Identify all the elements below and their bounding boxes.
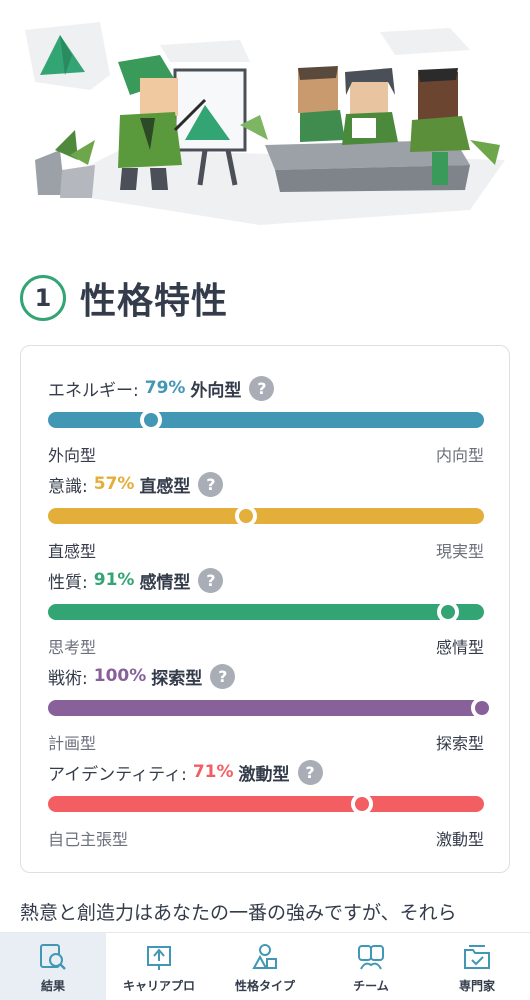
traits-card: エネルギー: 79% 外向型? 外向型 内向型 意識: 57% 直感型? 直感型 現実型 性質: 91… (20, 345, 510, 873)
trait-ends: 計画型 探索型 (48, 730, 484, 754)
trait-marker (436, 601, 459, 623)
trait-row: 性質: 91% 感情型? 思考型 感情型 (48, 566, 484, 658)
tab-label: 結果 (40, 979, 65, 993)
help-icon[interactable]: ? (210, 663, 236, 689)
trait-right-end: 内向型 (435, 446, 484, 465)
trait-marker (350, 793, 373, 815)
shapes-icon (252, 944, 277, 969)
trait-row: アイデンティティ: 71% 激動型? 自己主張型 激動型 (48, 758, 484, 850)
trait-percent: 71% (192, 762, 234, 782)
tab-career[interactable]: キャリアプロ (106, 933, 212, 1000)
trait-row: エネルギー: 79% 外向型? 外向型 内向型 (48, 374, 484, 466)
tab-team[interactable]: チーム (318, 933, 424, 1000)
trait-marker (234, 505, 257, 527)
trait-left-end: 外向型 (48, 446, 97, 465)
description-text: 熱意と創造力はあなたの一番の強みですが、それら (20, 902, 457, 924)
tab-label: チーム (353, 979, 389, 993)
tab-personality-types[interactable]: 性格タイプ (212, 933, 318, 1000)
magnifier-report-icon (40, 944, 66, 970)
team-icon (358, 945, 384, 970)
help-icon[interactable]: ? (198, 471, 224, 497)
trait-label: 戦術: (48, 668, 88, 689)
trait-left-end: 自己主張型 (48, 830, 129, 849)
trait-ends: 思考型 感情型 (48, 634, 484, 658)
section-number-badge: 1 (20, 275, 66, 321)
tab-label: キャリアプロ (122, 979, 195, 993)
trait-ends: 外向型 内向型 (48, 442, 484, 466)
trait-right-end: 探索型 (435, 734, 484, 753)
trait-left-end: 計画型 (48, 734, 97, 753)
trait-label: エネルギー: (48, 380, 139, 401)
trait-bar (48, 604, 484, 620)
section-header: 1 性格特性 (20, 272, 228, 324)
section-title: 性格特性 (80, 281, 229, 322)
tab-label: 専門家 (458, 979, 495, 993)
help-icon[interactable]: ? (249, 375, 275, 401)
trait-left-end: 直感型 (48, 542, 97, 561)
trait-type: 感情型 (139, 572, 191, 593)
help-icon[interactable]: ? (297, 759, 323, 785)
trait-type: 探索型 (151, 668, 203, 689)
trait-heading: 戦術: 100% 探索型? (48, 662, 484, 690)
trait-ends: 自己主張型 激動型 (48, 826, 484, 850)
trait-heading: アイデンティティ: 71% 激動型? (48, 758, 484, 786)
trait-ends: 直感型 現実型 (48, 538, 484, 562)
tab-results[interactable]: 結果 (0, 933, 106, 1000)
trait-right-end: 感情型 (435, 638, 484, 657)
trait-percent: 57% (93, 474, 135, 494)
trait-label: 性質: (48, 572, 88, 593)
folder-check-icon (464, 945, 490, 969)
trait-bar (48, 508, 484, 524)
tab-label: 性格タイプ (234, 979, 295, 993)
trait-heading: 意識: 57% 直感型? (48, 470, 484, 498)
trait-marker (139, 409, 162, 431)
tab-experts[interactable]: 専門家 (424, 933, 530, 1000)
trait-row: 意識: 57% 直感型? 直感型 現実型 (48, 470, 484, 562)
trait-heading: 性質: 91% 感情型? (48, 566, 484, 594)
trait-marker (471, 697, 493, 719)
trait-bar (48, 796, 484, 812)
trait-label: 意識: (48, 476, 88, 497)
trait-heading: エネルギー: 79% 外向型? (48, 374, 484, 402)
trait-percent: 100% (93, 666, 147, 686)
trait-type: 直感型 (139, 476, 191, 497)
trait-right-end: 激動型 (435, 830, 484, 849)
help-icon[interactable]: ? (198, 567, 224, 593)
trait-label: アイデンティティ: (48, 764, 187, 785)
trait-type: 外向型 (190, 380, 242, 401)
upload-board-icon (147, 946, 171, 970)
trait-bar (48, 412, 484, 428)
bottom-tab-bar: 結果 キャリアプロ 性格タイプ チーム 専門家 (0, 932, 530, 1000)
trait-left-end: 思考型 (48, 638, 97, 657)
trait-percent: 91% (93, 570, 135, 590)
trait-bar (48, 700, 484, 716)
hero-illustration (25, 22, 505, 225)
trait-right-end: 現実型 (435, 542, 484, 561)
trait-type: 激動型 (238, 764, 290, 785)
trait-row: 戦術: 100% 探索型? 計画型 探索型 (48, 662, 493, 754)
trait-percent: 79% (144, 378, 186, 398)
